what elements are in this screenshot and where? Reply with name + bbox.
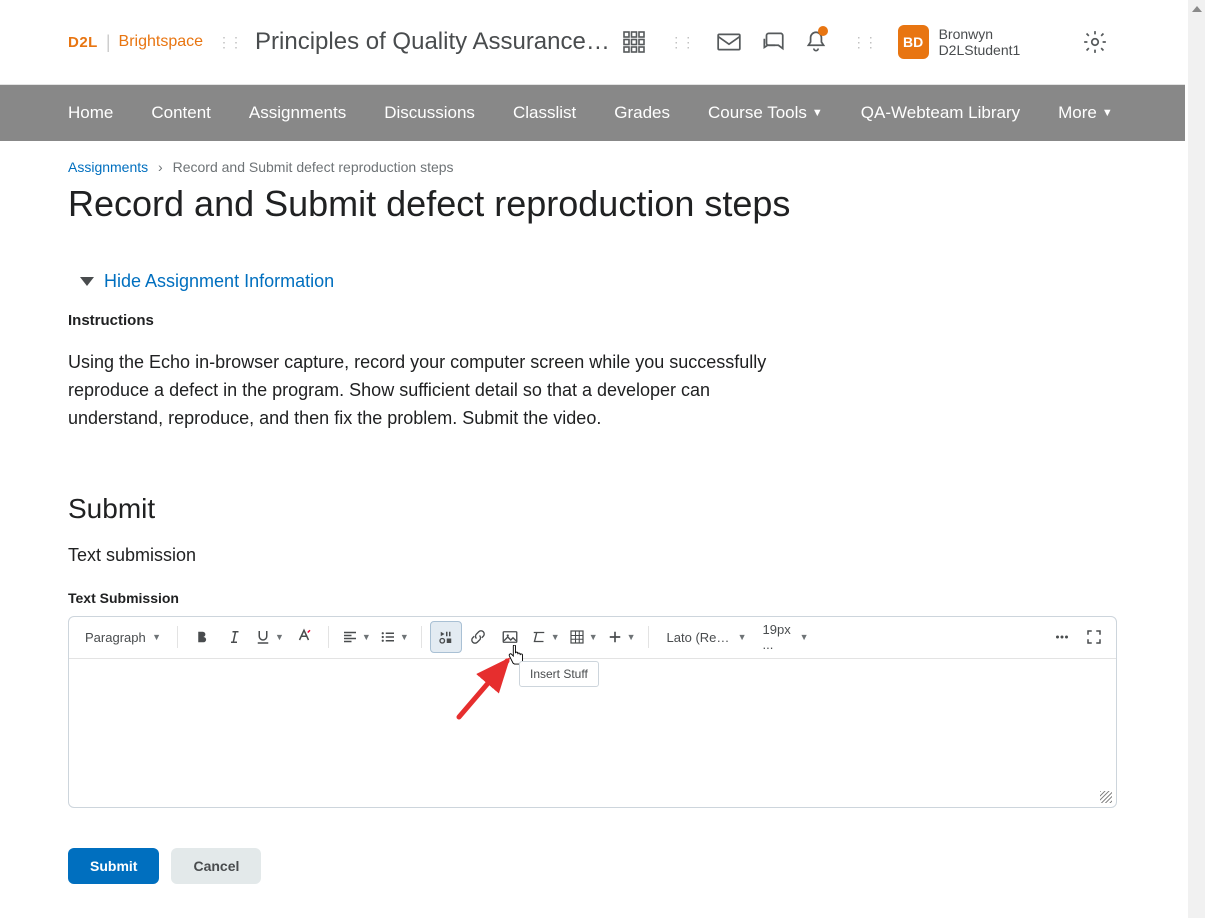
username[interactable]: Bronwyn D2LStudent1: [939, 26, 1066, 58]
nav-classlist[interactable]: Classlist: [513, 103, 576, 123]
header-separator-icon: ⋮⋮: [669, 34, 693, 51]
breadcrumb-root[interactable]: Assignments: [68, 159, 148, 175]
resize-handle-icon[interactable]: [1098, 789, 1112, 803]
breadcrumb: Assignments › Record and Submit defect r…: [68, 159, 1117, 175]
chevron-down-icon: ▼: [738, 632, 747, 642]
breadcrumb-separator-icon: ›: [158, 159, 163, 175]
insert-link-button[interactable]: [462, 621, 494, 653]
top-header: D2L | Brightspace ⋮⋮ Principles of Quali…: [0, 0, 1185, 85]
list-button[interactable]: ▼: [375, 621, 413, 653]
toolbar-separator: [421, 626, 422, 648]
submit-heading: Submit: [68, 493, 1117, 525]
chevron-down-icon: ▼: [800, 632, 809, 642]
rich-text-editor: Paragraph▼ ▼ ▼ ▼ ▼ ▼ ▼: [68, 616, 1117, 808]
nav-grades[interactable]: Grades: [614, 103, 670, 123]
chevron-down-icon: ▼: [812, 107, 823, 119]
align-button[interactable]: ▼: [337, 621, 375, 653]
logo[interactable]: D2L | Brightspace: [68, 32, 203, 53]
insert-stuff-button[interactable]: [430, 621, 462, 653]
nav-course-tools[interactable]: Course Tools▼: [708, 103, 823, 123]
breadcrumb-current: Record and Submit defect reproduction st…: [173, 159, 454, 175]
nav-assignments[interactable]: Assignments: [249, 103, 346, 123]
toolbar-separator: [648, 626, 649, 648]
page-title: Record and Submit defect reproduction st…: [68, 183, 1117, 225]
font-family-dropdown[interactable]: Lato (Recom...▼: [657, 621, 753, 653]
chevron-down-icon: ▼: [1102, 107, 1113, 119]
font-size-dropdown[interactable]: 19px ...▼: [753, 621, 815, 653]
toggle-assignment-info[interactable]: Hide Assignment Information: [68, 271, 1117, 292]
gear-icon[interactable]: [1074, 18, 1118, 66]
browser-scrollbar[interactable]: [1188, 0, 1205, 918]
logo-separator: |: [106, 32, 111, 53]
table-button[interactable]: ▼: [564, 621, 602, 653]
instructions-heading: Instructions: [68, 312, 1117, 329]
toolbar-separator: [177, 626, 178, 648]
toggle-label: Hide Assignment Information: [104, 271, 334, 292]
submit-subtext: Text submission: [68, 545, 1117, 566]
bold-button[interactable]: [186, 621, 218, 653]
d2l-logo-text: D2L: [68, 34, 98, 51]
chevron-down-icon: ▼: [152, 632, 161, 642]
chevron-down-icon: ▼: [551, 632, 560, 642]
nav-content[interactable]: Content: [151, 103, 211, 123]
chevron-down-icon: ▼: [400, 632, 409, 642]
insert-image-button[interactable]: [494, 621, 526, 653]
toolbar-separator: [328, 626, 329, 648]
scrollbar-up-arrow-icon[interactable]: [1188, 0, 1205, 17]
chevron-down-icon: ▼: [589, 632, 598, 642]
action-buttons: Submit Cancel: [68, 848, 1117, 884]
chevron-down-icon: ▼: [627, 632, 636, 642]
avatar[interactable]: BD: [898, 25, 929, 59]
course-navbar: Home Content Assignments Discussions Cla…: [0, 85, 1185, 141]
italic-button[interactable]: [218, 621, 250, 653]
underline-button[interactable]: ▼: [250, 621, 288, 653]
bell-icon[interactable]: [794, 18, 838, 66]
submit-button[interactable]: Submit: [68, 848, 159, 884]
chat-icon[interactable]: [751, 18, 795, 66]
brightspace-logo-text: Brightspace: [119, 33, 204, 51]
notification-dot-icon: [818, 26, 828, 36]
instructions-body: Using the Echo in-browser capture, recor…: [68, 349, 768, 433]
equation-button[interactable]: ▼: [526, 621, 564, 653]
mail-icon[interactable]: [707, 18, 751, 66]
tooltip-insert-stuff: Insert Stuff: [519, 661, 599, 687]
nav-home[interactable]: Home: [68, 103, 113, 123]
more-actions-button[interactable]: [1046, 621, 1078, 653]
chevron-down-icon: ▼: [362, 632, 371, 642]
insert-more-button[interactable]: ▼: [602, 621, 640, 653]
nav-qa-webteam-library[interactable]: QA-Webteam Library: [861, 103, 1020, 123]
apps-grid-icon[interactable]: [612, 18, 656, 66]
cancel-button[interactable]: Cancel: [171, 848, 261, 884]
header-separator-icon: ⋮⋮: [852, 34, 876, 51]
text-submission-label: Text Submission: [68, 590, 1117, 606]
course-title[interactable]: Principles of Quality Assurance - F...: [255, 28, 612, 56]
chevron-down-icon: ▼: [275, 632, 284, 642]
triangle-down-icon: [80, 277, 94, 286]
paragraph-format-dropdown[interactable]: Paragraph▼: [75, 621, 169, 653]
nav-discussions[interactable]: Discussions: [384, 103, 475, 123]
header-separator-icon: ⋮⋮: [217, 34, 241, 51]
fullscreen-button[interactable]: [1078, 621, 1110, 653]
editor-toolbar: Paragraph▼ ▼ ▼ ▼ ▼ ▼ ▼: [69, 617, 1116, 659]
nav-more[interactable]: More▼: [1058, 103, 1113, 123]
text-color-button[interactable]: [288, 621, 320, 653]
